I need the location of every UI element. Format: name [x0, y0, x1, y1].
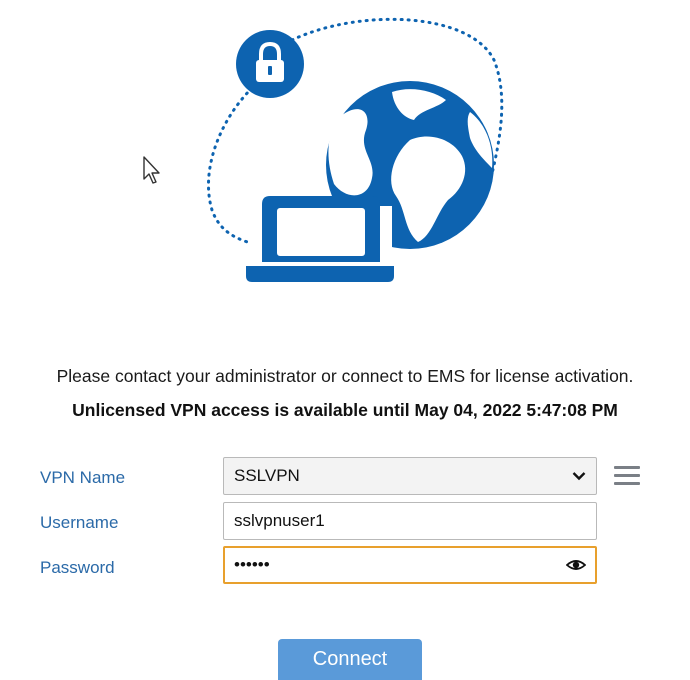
- menu-bar: [614, 466, 640, 469]
- mouse-cursor-icon: [143, 156, 160, 184]
- username-value: sslvpnuser1: [234, 511, 325, 530]
- lock-icon: [236, 30, 304, 98]
- username-input[interactable]: sslvpnuser1: [223, 502, 597, 540]
- menu-bar: [614, 474, 640, 477]
- show-password-eye-icon[interactable]: [566, 558, 586, 572]
- license-expiry-text: Unlicensed VPN access is available until…: [72, 400, 618, 420]
- laptop-icon: [246, 196, 394, 282]
- username-label: Username: [40, 513, 119, 532]
- vpn-menu-button[interactable]: [612, 466, 642, 490]
- license-notice-text: Please contact your administrator or con…: [56, 366, 634, 386]
- vpn-name-label: VPN Name: [40, 468, 126, 487]
- password-label: Password: [40, 558, 115, 577]
- password-input[interactable]: ••••••: [223, 546, 597, 584]
- menu-bar: [614, 482, 640, 485]
- vpn-login-window: Please contact your administrator or con…: [0, 0, 690, 680]
- vpn-name-selected-value: SSLVPN: [234, 466, 300, 485]
- chevron-down-icon: [572, 472, 586, 481]
- connect-button[interactable]: Connect: [278, 639, 422, 680]
- password-masked-value: ••••••: [234, 555, 270, 574]
- vpn-name-select[interactable]: SSLVPN: [223, 457, 597, 495]
- vpn-illustration: [207, 17, 504, 282]
